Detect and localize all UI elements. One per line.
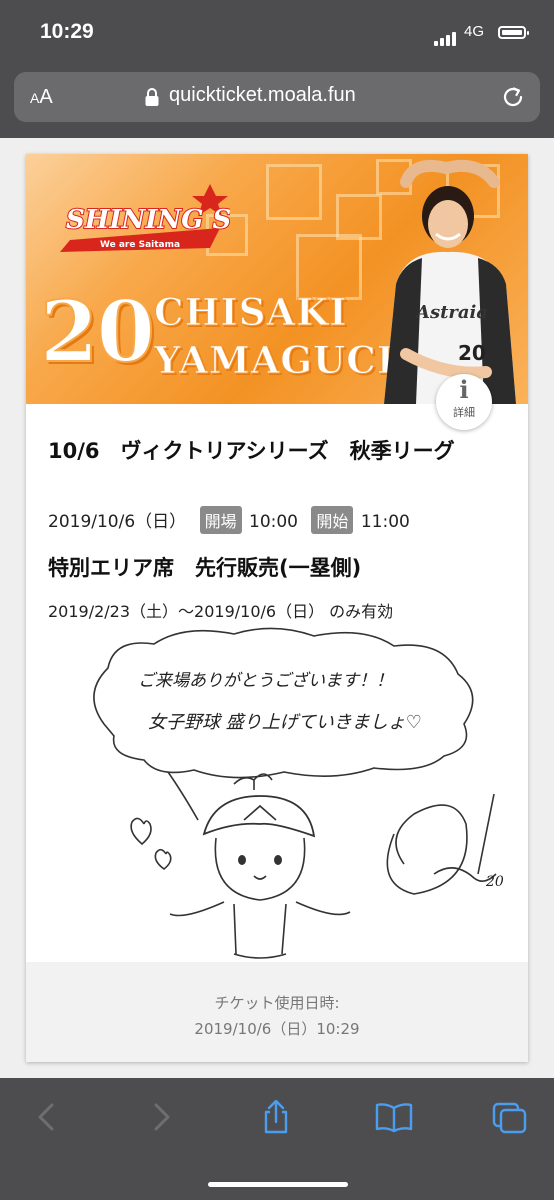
team-logo: SHINING S We are Saitama bbox=[60, 184, 230, 252]
used-datetime: 2019/10/6（日）10:29 bbox=[194, 1020, 360, 1038]
svg-text:20: 20 bbox=[485, 874, 504, 890]
ticket-banner: SHINING S We are Saitama 20 CHISAKI YAMA… bbox=[26, 154, 528, 404]
signal-icon bbox=[434, 27, 458, 46]
forward-icon[interactable] bbox=[140, 1100, 180, 1134]
address-bar[interactable]: AA quickticket.moala.fun bbox=[14, 72, 540, 122]
tabs-icon[interactable] bbox=[490, 1100, 530, 1134]
details-button[interactable]: i 詳細 bbox=[436, 374, 492, 430]
status-bar: 10:29 4G bbox=[0, 0, 554, 62]
used-label: チケット使用日時: bbox=[214, 994, 340, 1012]
info-icon: i bbox=[459, 375, 469, 404]
player-first-name: CHISAKI bbox=[154, 290, 348, 335]
svg-text:Astraia: Astraia bbox=[414, 302, 488, 323]
svg-text:20: 20 bbox=[458, 341, 486, 365]
svg-text:SHINING S: SHINING S bbox=[66, 205, 230, 235]
status-time: 10:29 bbox=[40, 20, 94, 43]
event-title: 10/6 ヴィクトリアシリーズ 秋季リーグ bbox=[48, 439, 455, 463]
back-icon[interactable] bbox=[28, 1100, 68, 1134]
web-page: SHINING S We are Saitama 20 CHISAKI YAMA… bbox=[0, 138, 554, 1078]
validity-period: 2019/2/23（土）～2019/10/6（日） のみ有効 bbox=[48, 602, 394, 621]
svg-text:ご来場ありがとうございます！！: ご来場ありがとうございます！！ bbox=[138, 671, 393, 691]
event-schedule: 2019/10/6（日） 開場 10:00 開始 11:00 bbox=[48, 506, 410, 534]
share-icon[interactable] bbox=[256, 1100, 296, 1134]
svg-text:女子野球 盛り上げていきましょ♡: 女子野球 盛り上げていきましょ♡ bbox=[148, 712, 422, 733]
autograph-illustration: ご来場ありがとうございます！！ 女子野球 盛り上げていきましょ♡ 20 bbox=[93, 627, 504, 959]
start-badge: 開始 bbox=[311, 506, 354, 534]
open-badge: 開場 bbox=[199, 506, 242, 534]
seat-title: 特別エリア席 先行販売(一塁側) bbox=[48, 556, 362, 580]
battery-icon bbox=[498, 26, 529, 39]
usage-footer: チケット使用日時: 2019/10/6（日）10:29 bbox=[26, 962, 528, 1062]
open-time: 10:00 bbox=[249, 512, 298, 532]
lock-icon bbox=[145, 88, 159, 106]
ticket-card: SHINING S We are Saitama 20 CHISAKI YAMA… bbox=[26, 154, 528, 1062]
bookmarks-icon[interactable] bbox=[374, 1100, 414, 1134]
text-size-button[interactable]: AA bbox=[30, 86, 53, 109]
reload-icon[interactable] bbox=[500, 84, 526, 110]
url-text[interactable]: quickticket.moala.fun bbox=[169, 84, 356, 107]
player-photo: Astraia 20 bbox=[384, 159, 516, 404]
player-number: 20 bbox=[39, 281, 156, 382]
home-indicator bbox=[208, 1182, 348, 1187]
event-date: 2019/10/6（日） bbox=[48, 512, 187, 532]
svg-text:We are Saitama: We are Saitama bbox=[100, 240, 180, 250]
network-type: 4G bbox=[464, 23, 485, 40]
start-time: 11:00 bbox=[360, 512, 410, 532]
